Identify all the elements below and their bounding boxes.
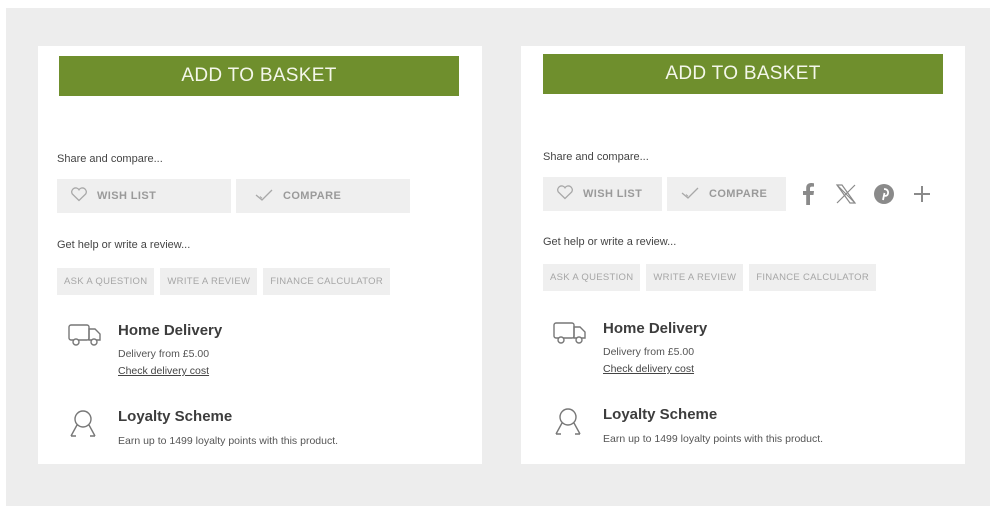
plus-icon[interactable] <box>905 177 938 211</box>
share-compare-label: Share and compare... <box>57 153 163 165</box>
delivery-truck-icon <box>553 320 587 351</box>
finance-calculator-button[interactable]: FINANCE CALCULATOR <box>263 268 390 295</box>
wish-list-label: WISH LIST <box>583 188 643 200</box>
wish-list-button[interactable]: WISH LIST <box>543 177 662 211</box>
delivery-truck-icon <box>68 322 102 353</box>
check-delivery-cost-link[interactable]: Check delivery cost <box>603 363 694 375</box>
product-actions-panel-right: ADD TO BASKET Share and compare... WISH … <box>521 46 965 464</box>
help-row: ASK A QUESTION WRITE A REVIEW FINANCE CA… <box>57 268 390 295</box>
delivery-price-text: Delivery from £5.00 <box>603 346 695 358</box>
compare-button[interactable]: COMPARE <box>667 177 786 211</box>
product-actions-panel-left: ADD TO BASKET Share and compare... WISH … <box>38 46 482 464</box>
home-delivery-title: Home Delivery <box>118 322 223 339</box>
ask-question-button[interactable]: ASK A QUESTION <box>543 264 641 291</box>
loyalty-scheme-title: Loyalty Scheme <box>603 406 718 423</box>
heart-icon <box>70 187 88 205</box>
help-review-label: Get help or write a review... <box>543 236 677 248</box>
finance-calculator-button[interactable]: FINANCE CALCULATOR <box>749 264 876 291</box>
add-to-basket-button[interactable]: ADD TO BASKET <box>543 54 943 94</box>
share-row: WISH LIST COMPARE <box>543 177 938 211</box>
compare-label: COMPARE <box>709 188 768 200</box>
add-to-basket-button[interactable]: ADD TO BASKET <box>59 56 459 96</box>
check-delivery-cost-link[interactable]: Check delivery cost <box>118 365 209 377</box>
checkmark-icon <box>680 186 700 203</box>
compare-label: COMPARE <box>283 190 342 202</box>
share-row: WISH LIST COMPARE <box>57 179 410 213</box>
pinterest-icon[interactable] <box>867 177 900 211</box>
heart-icon <box>556 185 574 203</box>
loyalty-ribbon-icon <box>68 408 98 445</box>
loyalty-points-text: Earn up to 1499 loyalty points with this… <box>118 435 339 447</box>
home-delivery-title: Home Delivery <box>603 320 708 337</box>
facebook-icon[interactable] <box>791 177 824 211</box>
help-review-label: Get help or write a review... <box>57 239 191 251</box>
x-icon[interactable] <box>829 177 862 211</box>
share-compare-label: Share and compare... <box>543 151 649 163</box>
write-review-button[interactable]: WRITE A REVIEW <box>160 268 258 295</box>
delivery-price-text: Delivery from £5.00 <box>118 348 210 360</box>
checkmark-icon <box>254 188 274 205</box>
compare-button[interactable]: COMPARE <box>236 179 410 213</box>
ask-question-button[interactable]: ASK A QUESTION <box>57 268 155 295</box>
write-review-button[interactable]: WRITE A REVIEW <box>646 264 744 291</box>
loyalty-points-text: Earn up to 1499 loyalty points with this… <box>603 433 824 445</box>
loyalty-scheme-title: Loyalty Scheme <box>118 408 233 425</box>
loyalty-ribbon-icon <box>553 406 583 443</box>
wish-list-label: WISH LIST <box>97 190 157 202</box>
help-row: ASK A QUESTION WRITE A REVIEW FINANCE CA… <box>543 264 876 291</box>
wish-list-button[interactable]: WISH LIST <box>57 179 231 213</box>
